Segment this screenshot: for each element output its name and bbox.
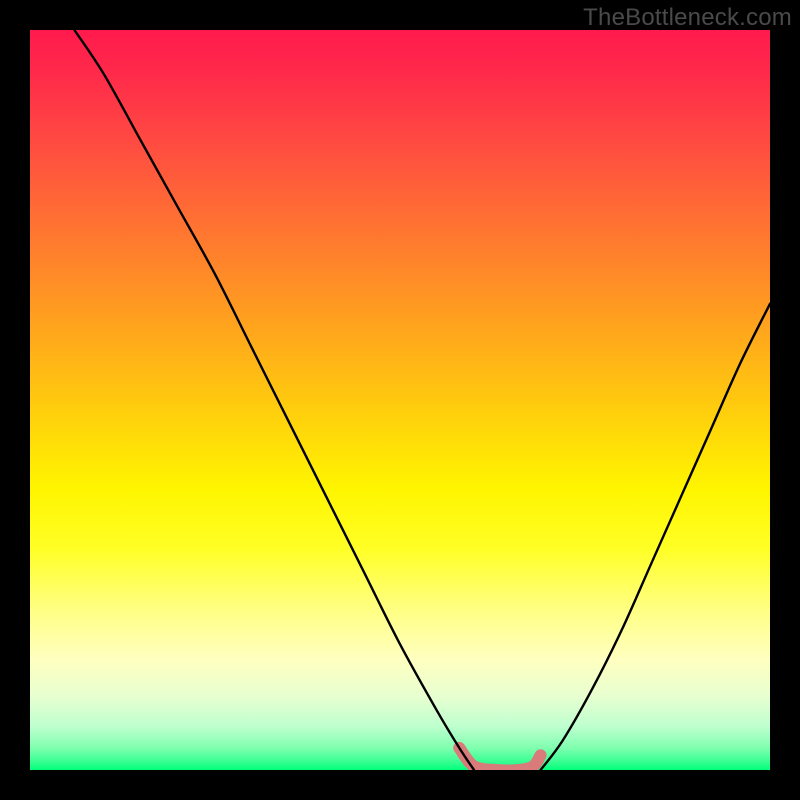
left-curve-path: [74, 30, 474, 770]
watermark-text: TheBottleneck.com: [583, 4, 792, 32]
chart-svg: [30, 30, 770, 770]
right-curve-path: [541, 304, 770, 770]
chart-plot-area: [30, 30, 770, 770]
